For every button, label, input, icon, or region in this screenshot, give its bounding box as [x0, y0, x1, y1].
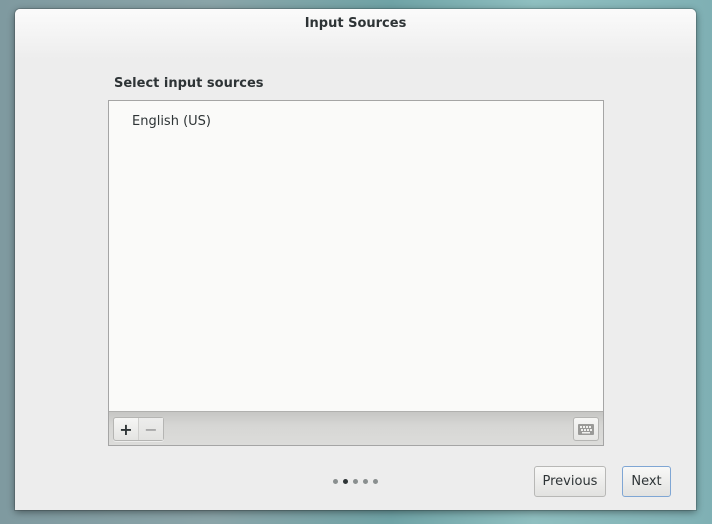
header-bar: Input Sources — [15, 9, 696, 59]
page-dot — [373, 479, 378, 484]
page-dot — [363, 479, 368, 484]
page-dot — [333, 479, 338, 484]
show-keyboard-layout-button[interactable] — [573, 417, 599, 441]
list-toolbar: + − — [109, 411, 603, 445]
add-remove-group: + − — [113, 417, 164, 441]
remove-input-source-button[interactable]: − — [138, 418, 163, 440]
section-label: Select input sources — [114, 76, 264, 91]
add-input-source-button[interactable]: + — [114, 418, 138, 440]
page-dot-active — [343, 479, 348, 484]
next-button[interactable]: Next — [622, 466, 671, 497]
input-sources-list-frame: English (US) + − — [108, 100, 604, 446]
keyboard-icon — [578, 423, 594, 435]
list-item-english-us[interactable]: English (US) — [132, 114, 211, 129]
minus-icon: − — [144, 419, 158, 439]
plus-icon: + — [119, 419, 133, 439]
previous-button[interactable]: Previous — [534, 466, 606, 497]
page-dot — [353, 479, 358, 484]
page-indicator — [333, 479, 378, 484]
dialog-window: Input Sources Select input sources Engli… — [15, 9, 696, 510]
window-title: Input Sources — [304, 16, 407, 31]
input-sources-list: English (US) — [109, 101, 603, 411]
